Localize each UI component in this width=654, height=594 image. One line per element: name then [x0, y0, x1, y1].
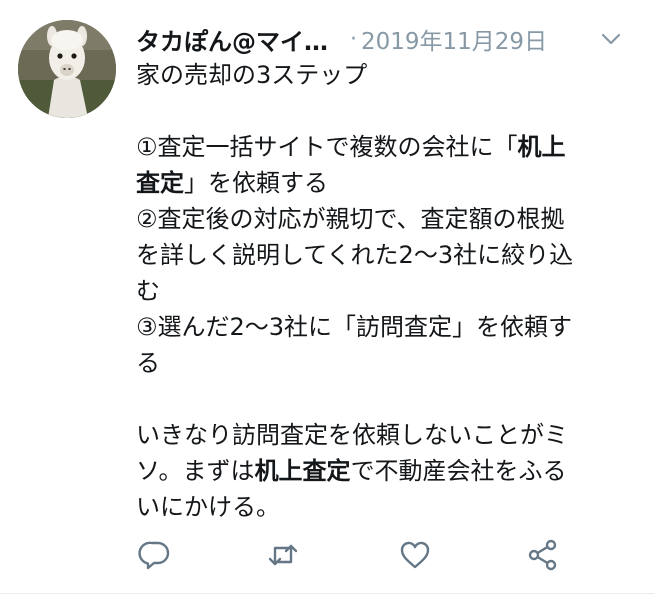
- reply-button[interactable]: [138, 538, 172, 572]
- tweet-actions: [136, 538, 566, 574]
- like-button[interactable]: [398, 538, 432, 572]
- body-line: ①査定一括サイトで複数の会社に「机上: [136, 129, 636, 165]
- body-line: を詳しく説明してくれた2〜3社に絞り込: [136, 241, 574, 269]
- tweet-card[interactable]: タカぽん@マイ… · 2019年11月29日 家の売却の3ステップ ①査定一括サ…: [0, 0, 654, 594]
- heart-icon: [400, 541, 430, 569]
- body-line: 査定」を依頼する: [136, 165, 636, 201]
- share-icon: [528, 539, 557, 571]
- body-line: む: [136, 277, 160, 305]
- body-line: いにかける。: [136, 493, 280, 521]
- body-text-segment: 」を依頼する: [184, 169, 328, 197]
- bold-keyword: 机上: [517, 133, 566, 161]
- body-line: る: [136, 349, 160, 377]
- body-line: ②査定後の対応が親切で、査定額の根拠: [136, 205, 565, 233]
- body-text-segment: ソ。まずは: [136, 457, 255, 485]
- share-button[interactable]: [526, 538, 560, 572]
- alpaca-avatar-image: [18, 20, 116, 118]
- tweet-body: 家の売却の3ステップ ①査定一括サイトで複数の会社に「机上 査定」を依頼する ②…: [136, 57, 636, 525]
- bold-keyword: 机上査定: [254, 457, 351, 485]
- author-name[interactable]: タカぽん@マイ…: [136, 22, 328, 57]
- body-line: ③選んだ2〜3社に「訪問査定」を依頼す: [136, 313, 573, 341]
- reply-icon: [138, 541, 170, 570]
- body-line: 家の売却の3ステップ: [136, 61, 368, 89]
- body-text-segment: ①査定一括サイトで複数の会社に「: [136, 133, 518, 161]
- retweet-icon: [268, 544, 298, 566]
- bold-keyword: 査定: [136, 169, 184, 197]
- retweet-button[interactable]: [266, 538, 300, 572]
- tweet-date[interactable]: 2019年11月29日: [361, 22, 547, 56]
- author-avatar[interactable]: [18, 20, 116, 118]
- body-text-segment: で不動産会社をふる: [350, 457, 567, 485]
- chevron-down-icon[interactable]: [600, 30, 622, 48]
- meta-separator: ·: [350, 26, 357, 52]
- body-line: ソ。まずは机上査定で不動産会社をふる: [136, 453, 636, 489]
- body-line: いきなり訪問査定を依頼しないことがミ: [136, 421, 568, 449]
- tweet-header: タカぽん@マイ… · 2019年11月29日: [136, 22, 636, 56]
